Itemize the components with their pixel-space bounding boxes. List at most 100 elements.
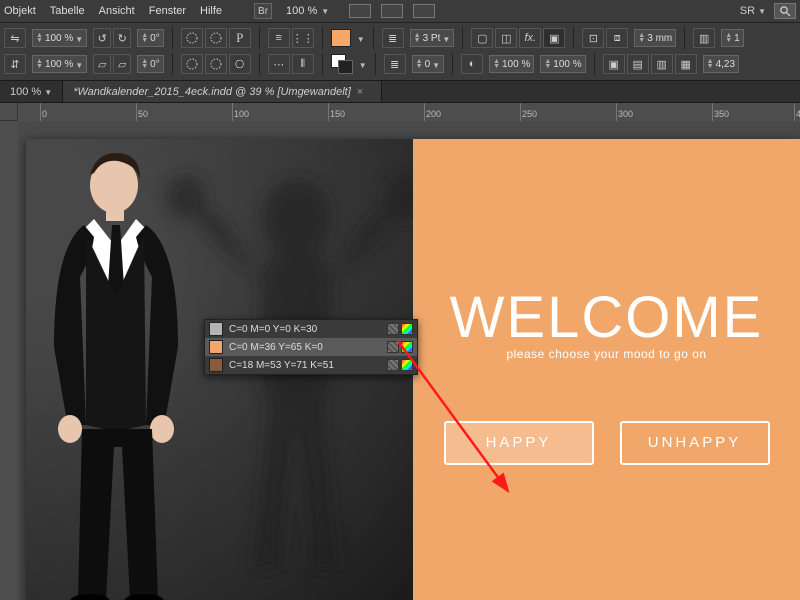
angle-field-1[interactable]: ▲▼0° — [137, 29, 164, 47]
ruler-vertical[interactable] — [0, 121, 18, 600]
ruler-tick-label: 100 — [234, 109, 249, 119]
path-ops-group: P — [181, 28, 251, 48]
blendmode-icon[interactable]: ◐ — [461, 54, 483, 74]
opacity-field-2[interactable]: ▲▼100 %▼ — [32, 55, 87, 73]
effects-group: ▢ ◫ fx. ▣ — [471, 28, 565, 48]
app-menubar: Objekt Tabelle Ansicht Fenster Hilfe Br … — [0, 0, 800, 22]
bridge-icon[interactable]: Br — [254, 3, 272, 19]
swatch-chip — [209, 322, 223, 336]
angle-field-2[interactable]: ▲▼0° — [137, 55, 164, 73]
unhappy-button[interactable]: UNHAPPY — [620, 421, 770, 465]
distribute-2-icon[interactable]: ⫴ — [292, 54, 314, 74]
shear-2-icon[interactable]: ▱ — [113, 54, 131, 74]
columns-icon[interactable]: ▥ — [693, 28, 715, 48]
distribute-1-icon[interactable]: ⋯ — [268, 54, 290, 74]
pathop-4-icon[interactable] — [205, 54, 227, 74]
document-tab-bar: 100 % ▼ *Wandkalender_2015_4eck.indd @ 3… — [0, 81, 800, 103]
ruler-tick-label: 0 — [42, 109, 47, 119]
effect-1-icon[interactable]: ▢ — [471, 28, 493, 48]
gap-field-1[interactable]: ▲▼3 mm — [634, 29, 676, 47]
control-panel: ⇋ ▲▼100 %▼ ↺ ↻ ▲▼0° P ≡ ⋮⋮ ▼ ≣ ▲▼3 Pt▼ ▢… — [0, 22, 800, 81]
swatch-chip — [209, 340, 223, 354]
pct-field-2[interactable]: ▲▼100 % — [540, 55, 585, 73]
stroke-style2-icon[interactable]: ≣ — [384, 54, 406, 74]
swatch-name: C=18 M=53 Y=71 K=51 — [229, 360, 381, 371]
fill-stroke-swatch[interactable] — [331, 54, 353, 74]
stroke-extra-field[interactable]: ▲▼0▼ — [412, 55, 444, 73]
rotate-ccw-icon[interactable]: ↺ — [93, 28, 111, 48]
stroke-weight-field[interactable]: ▲▼3 Pt▼ — [410, 29, 455, 47]
align-group: ≡ ⋮⋮ — [268, 28, 314, 48]
fill-swatch[interactable] — [331, 29, 351, 47]
effect-4-icon[interactable]: ▣ — [543, 28, 565, 48]
view-setting-2-icon[interactable] — [381, 4, 403, 18]
workspace-switcher[interactable]: SR▼ — [740, 5, 766, 17]
swatch-name: C=0 M=36 Y=65 K=0 — [229, 342, 381, 353]
welcome-heading: WELCOME — [450, 284, 764, 351]
view-setting-3-icon[interactable] — [413, 4, 435, 18]
swatch-row[interactable]: C=18 M=53 Y=71 K=51 — [205, 356, 417, 374]
fill-dropdown-icon[interactable]: ▼ — [357, 35, 365, 44]
pathop-2-icon[interactable] — [205, 28, 227, 48]
shear-1-icon[interactable]: ▱ — [93, 54, 111, 74]
pathop-1-icon[interactable] — [181, 28, 203, 48]
pathop-5-icon[interactable]: ⎔ — [229, 54, 251, 74]
menu-objekt[interactable]: Objekt — [4, 5, 36, 17]
artboard-right-panel: WELCOME please choose your mood to go on… — [413, 139, 800, 600]
swatch-type-icon — [387, 359, 399, 371]
rotate-cw-icon[interactable]: ↻ — [113, 28, 131, 48]
effect-2-icon[interactable]: ◫ — [495, 28, 517, 48]
ruler-tick-label: 300 — [618, 109, 633, 119]
pct-field-1[interactable]: ▲▼100 % — [489, 55, 534, 73]
zoom-display[interactable]: 100 %▼ — [286, 5, 329, 17]
flip-v-icon[interactable]: ⇵ — [4, 54, 26, 74]
columns-field[interactable]: ▲▼1 — [721, 29, 744, 47]
document-tab[interactable]: *Wandkalender_2015_4eck.indd @ 39 % [Umg… — [63, 81, 382, 102]
stroke-style-icon[interactable]: ≣ — [382, 28, 404, 48]
happy-button[interactable]: HAPPY — [444, 421, 594, 465]
frame-fit-4-icon[interactable]: ▦ — [675, 54, 697, 74]
swatches-panel[interactable]: C=0 M=0 Y=0 K=30 C=0 M=36 Y=65 K=0 C=18 M=… — [204, 319, 418, 375]
close-tab-icon[interactable]: × — [357, 86, 363, 98]
align-2-icon[interactable]: ⋮⋮ — [292, 28, 314, 48]
flip-h-icon[interactable]: ⇋ — [4, 28, 26, 48]
columns-group: ▥ — [693, 28, 715, 48]
swatch-chip — [209, 358, 223, 372]
doc-zoom-display[interactable]: 100 % ▼ — [0, 81, 63, 102]
view-setting-1-icon[interactable] — [349, 4, 371, 18]
swatch-name: C=0 M=0 Y=0 K=30 — [229, 324, 381, 335]
menu-tabelle[interactable]: Tabelle — [50, 5, 85, 17]
swatch-row[interactable]: C=0 M=0 Y=0 K=30 — [205, 320, 417, 338]
swatch-type-icon — [387, 323, 399, 335]
swatch-dropdown-icon[interactable]: ▼ — [359, 61, 367, 70]
ruler-tick-label: 150 — [330, 109, 345, 119]
gap-field-2[interactable]: ▲▼4,23 — [703, 55, 739, 73]
welcome-subline: please choose your mood to go on — [506, 347, 706, 361]
swatch-type-icon — [387, 341, 399, 353]
screen-mode-group — [349, 4, 435, 18]
frame-fit-group: ⊡ ⧈ — [582, 28, 628, 48]
frame-fit-3-icon[interactable]: ▥ — [651, 54, 673, 74]
canvas-viewport[interactable]: WELCOME please choose your mood to go on… — [18, 121, 800, 600]
menu-hilfe[interactable]: Hilfe — [200, 5, 222, 17]
paragraph-p-icon[interactable]: P — [229, 28, 251, 48]
swatch-model-icon — [401, 341, 413, 353]
ruler-tick-label: 250 — [522, 109, 537, 119]
swatch-row[interactable]: C=0 M=36 Y=65 K=0 — [205, 338, 417, 356]
crop-icon[interactable]: ⊡ — [582, 28, 604, 48]
ruler-origin[interactable] — [0, 103, 18, 121]
editor-area: 050100150200250300350400 — [0, 103, 800, 600]
document-tab-label: *Wandkalender_2015_4eck.indd @ 39 % [Umg… — [73, 86, 351, 98]
fit-icon[interactable]: ⧈ — [606, 28, 628, 48]
fx-icon[interactable]: fx. — [519, 28, 541, 48]
opacity-field-1[interactable]: ▲▼100 %▼ — [32, 29, 87, 47]
frame-fit-1-icon[interactable]: ▣ — [603, 54, 625, 74]
ruler-horizontal[interactable]: 050100150200250300350400 — [18, 103, 800, 121]
swatch-model-icon — [401, 359, 413, 371]
menu-ansicht[interactable]: Ansicht — [99, 5, 135, 17]
search-icon[interactable] — [774, 3, 796, 19]
frame-fit-2-icon[interactable]: ▤ — [627, 54, 649, 74]
align-1-icon[interactable]: ≡ — [268, 28, 290, 48]
menu-fenster[interactable]: Fenster — [149, 5, 186, 17]
pathop-3-icon[interactable] — [181, 54, 203, 74]
